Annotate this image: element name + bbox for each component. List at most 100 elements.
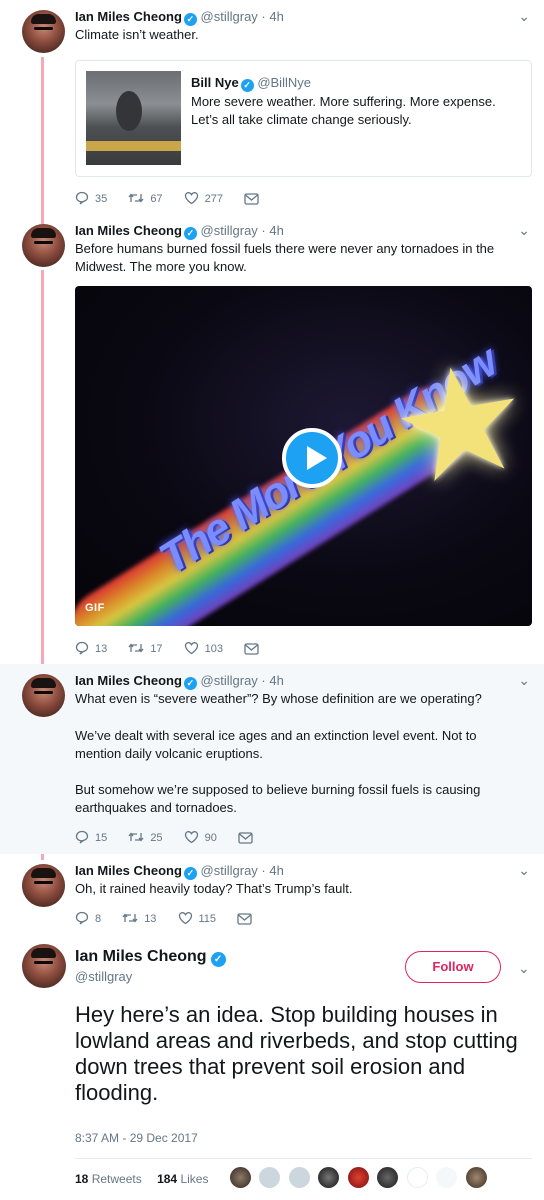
like-count: 277 bbox=[204, 193, 223, 205]
message-button[interactable] bbox=[237, 913, 258, 925]
like-count: 90 bbox=[204, 832, 217, 844]
liker-avatar[interactable] bbox=[406, 1167, 428, 1188]
tweet-actions: 13 17 103 bbox=[75, 641, 283, 655]
retweet-count: 13 bbox=[144, 913, 157, 925]
reply-button[interactable]: 15 bbox=[75, 830, 107, 844]
gif-badge: GIF bbox=[85, 602, 105, 614]
tweet-paragraph: What even is “severe weather”? By whose … bbox=[75, 691, 482, 706]
liker-avatar[interactable] bbox=[318, 1167, 340, 1188]
tweet-paragraph: We’ve dealt with several ice ages and an… bbox=[75, 728, 477, 761]
likes-label: Likes bbox=[180, 1172, 209, 1186]
reply-button[interactable]: 8 bbox=[75, 911, 101, 925]
liker-avatar[interactable] bbox=[377, 1167, 399, 1188]
author-handle[interactable]: @stillgray bbox=[201, 863, 258, 878]
author-name[interactable]: Ian Miles Cheong bbox=[75, 863, 182, 878]
like-button[interactable]: 115 bbox=[178, 911, 217, 925]
play-icon[interactable] bbox=[282, 428, 342, 488]
liker-avatars bbox=[230, 1167, 491, 1188]
message-button[interactable] bbox=[244, 193, 265, 205]
like-icon bbox=[184, 831, 198, 844]
message-icon bbox=[237, 913, 252, 925]
verified-icon: ✓ bbox=[183, 227, 197, 240]
retweets-label: Retweets bbox=[91, 1172, 142, 1186]
like-button[interactable]: 277 bbox=[184, 191, 223, 205]
main-tweet-timestamp[interactable]: 8:37 AM - 29 Dec 2017 bbox=[75, 1131, 198, 1145]
quoted-tweet-header: Bill Nye ✓ @BillNye bbox=[191, 75, 311, 92]
news-ticker-band bbox=[86, 141, 181, 151]
liker-avatar[interactable] bbox=[347, 1167, 369, 1188]
retweet-icon bbox=[128, 643, 144, 653]
avatar[interactable] bbox=[22, 864, 65, 907]
author-name[interactable]: Ian Miles Cheong bbox=[75, 673, 182, 688]
retweet-button[interactable]: 25 bbox=[128, 830, 163, 844]
chevron-down-icon[interactable]: ⌄ bbox=[518, 8, 530, 25]
reply-icon bbox=[75, 641, 89, 655]
retweet-count: 17 bbox=[150, 643, 163, 655]
separator-dot: · bbox=[261, 223, 266, 238]
chevron-down-icon[interactable]: ⌄ bbox=[518, 222, 530, 239]
verified-icon: ✓ bbox=[240, 79, 254, 92]
message-icon bbox=[244, 193, 259, 205]
liker-avatar[interactable] bbox=[436, 1167, 458, 1188]
avatar[interactable] bbox=[22, 10, 65, 53]
thread-line bbox=[41, 57, 44, 224]
avatar[interactable] bbox=[22, 944, 66, 988]
tornado-smoke bbox=[116, 91, 142, 131]
retweet-button[interactable]: 13 bbox=[122, 911, 156, 925]
like-icon bbox=[178, 912, 192, 925]
gif-media[interactable]: The More You Know ★ GIF bbox=[75, 286, 532, 626]
chevron-down-icon[interactable]: ⌄ bbox=[518, 960, 530, 977]
liker-avatar[interactable] bbox=[288, 1167, 310, 1188]
tweet-text: Before humans burned fossil fuels there … bbox=[75, 241, 495, 274]
reply-count: 15 bbox=[95, 832, 108, 844]
liker-avatar[interactable] bbox=[465, 1167, 487, 1188]
main-author-name[interactable]: Ian Miles Cheong bbox=[75, 948, 207, 965]
star-graphic: ★ bbox=[379, 328, 532, 518]
like-button[interactable]: 90 bbox=[184, 830, 217, 844]
separator-dot: · bbox=[261, 9, 266, 24]
liker-avatar[interactable] bbox=[259, 1167, 281, 1188]
reply-icon bbox=[75, 830, 89, 844]
main-author-handle[interactable]: @stillgray bbox=[75, 969, 132, 984]
author-name[interactable]: Ian Miles Cheong bbox=[75, 223, 182, 238]
follow-button[interactable]: Follow bbox=[405, 951, 501, 983]
chevron-down-icon[interactable]: ⌄ bbox=[518, 672, 530, 689]
tweet-time[interactable]: 4h bbox=[269, 223, 283, 238]
liker-avatar[interactable] bbox=[230, 1167, 251, 1188]
reply-button[interactable]: 35 bbox=[75, 191, 107, 205]
main-author-name-row: Ian Miles Cheong ✓ bbox=[75, 948, 226, 967]
message-button[interactable] bbox=[244, 643, 265, 655]
like-count: 115 bbox=[198, 913, 217, 925]
author-handle[interactable]: @stillgray bbox=[201, 9, 258, 24]
author-name[interactable]: Ian Miles Cheong bbox=[75, 9, 182, 24]
quoted-tweet[interactable]: Bill Nye ✓ @BillNye More severe weather. … bbox=[75, 60, 532, 177]
author-handle[interactable]: @stillgray bbox=[201, 673, 258, 688]
tweet-time[interactable]: 4h bbox=[269, 863, 283, 878]
verified-icon: ✓ bbox=[183, 13, 197, 26]
reply-button[interactable]: 13 bbox=[75, 641, 107, 655]
retweet-button[interactable]: 67 bbox=[128, 191, 163, 205]
tweet-paragraph: But somehow we’re supposed to believe bu… bbox=[75, 782, 481, 815]
avatar[interactable] bbox=[22, 674, 65, 717]
like-button[interactable]: 103 bbox=[184, 641, 223, 655]
tweet-text: Climate isn’t weather. bbox=[75, 27, 199, 42]
chevron-down-icon[interactable]: ⌄ bbox=[518, 862, 530, 879]
tweet-time[interactable]: 4h bbox=[269, 9, 283, 24]
tweet-actions: 8 13 115 bbox=[75, 911, 276, 925]
quoted-tweet-image bbox=[86, 71, 181, 165]
author-handle[interactable]: @stillgray bbox=[201, 223, 258, 238]
retweet-icon bbox=[128, 832, 144, 842]
retweets-stat[interactable]: 18 Retweets bbox=[75, 1172, 154, 1186]
likes-stat[interactable]: 184 Likes bbox=[157, 1172, 208, 1186]
retweet-button[interactable]: 17 bbox=[128, 641, 163, 655]
tweet-stats: 18 Retweets 184 Likes bbox=[75, 1172, 208, 1186]
separator-dot: · bbox=[261, 863, 266, 878]
main-tweet-text: Hey here’s an idea. Stop building houses… bbox=[75, 1002, 518, 1105]
tweet-time[interactable]: 4h bbox=[269, 673, 283, 688]
message-icon bbox=[244, 643, 259, 655]
tweet-header: Ian Miles Cheong ✓ @stillgray · 4h bbox=[75, 673, 284, 690]
message-button[interactable] bbox=[238, 832, 259, 844]
tweet-actions: 15 25 90 bbox=[75, 830, 277, 844]
tweet-header: Ian Miles Cheong ✓ @stillgray · 4h bbox=[75, 223, 284, 240]
avatar[interactable] bbox=[22, 224, 65, 267]
